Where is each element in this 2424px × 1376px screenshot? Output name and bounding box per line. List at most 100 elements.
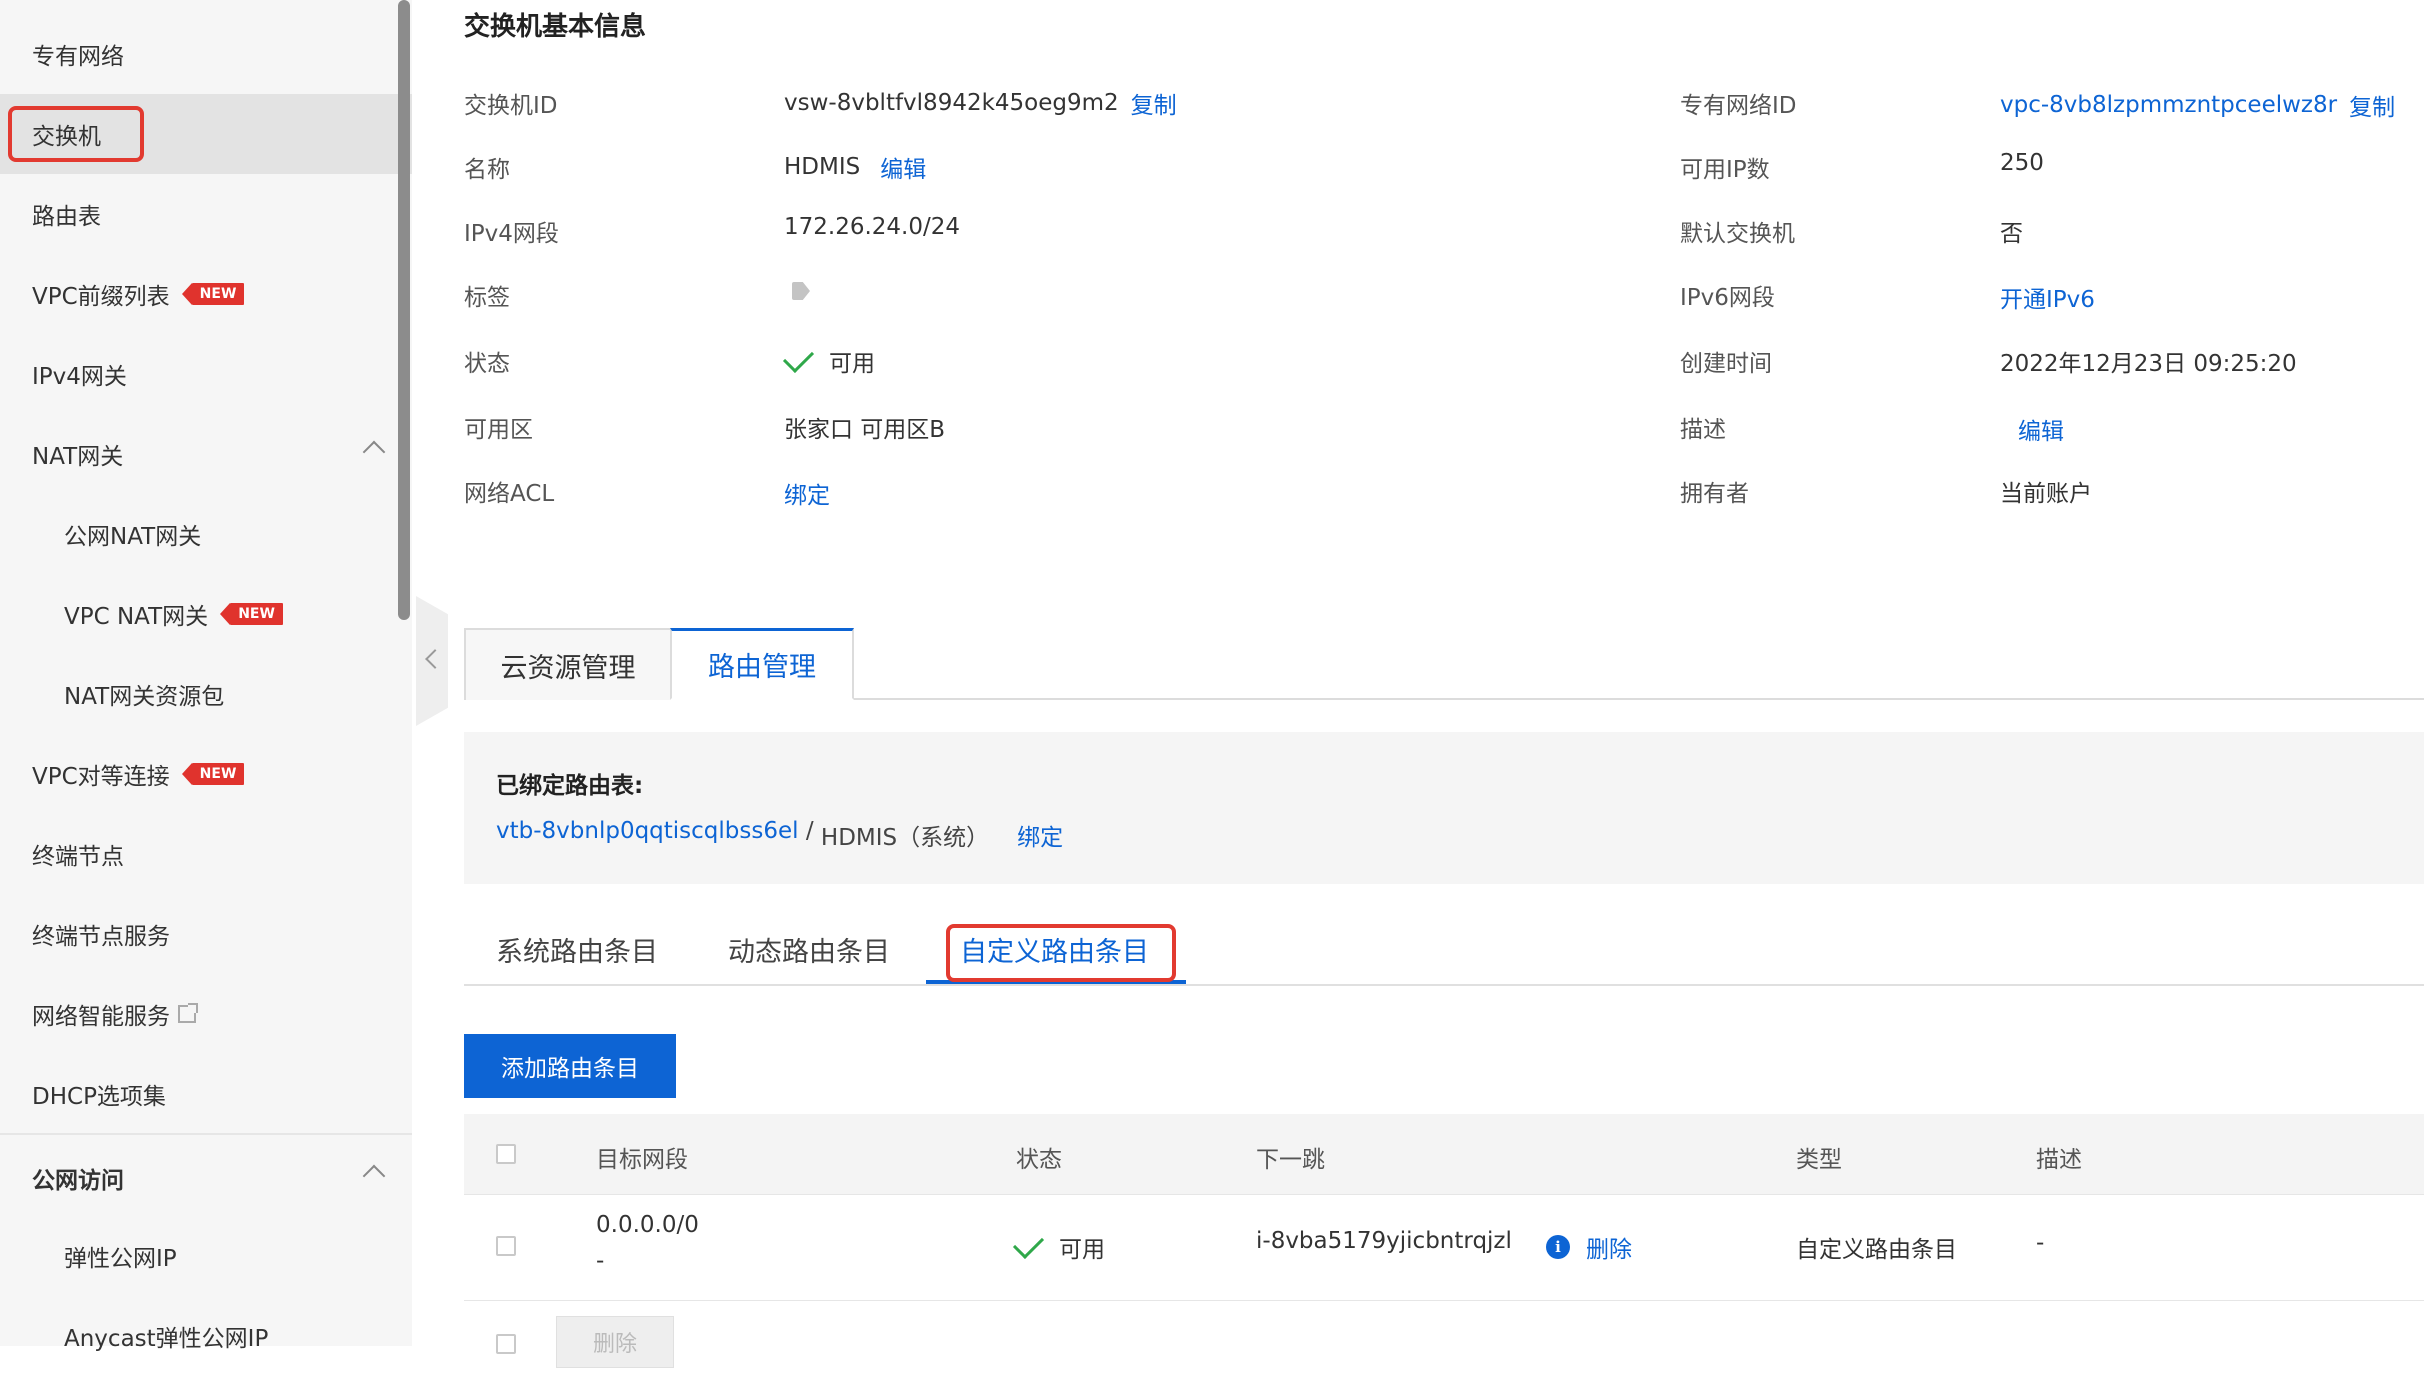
sidebar-item-network-intelligence[interactable]: 网络智能服务 — [0, 974, 412, 1054]
select-all-checkbox[interactable] — [496, 1144, 516, 1164]
info-label: 描述 — [1680, 417, 1726, 443]
bind-route-table-link[interactable]: 绑定 — [1017, 818, 1063, 852]
copy-vpc-id-link[interactable]: 复制 — [2349, 88, 2395, 122]
bound-route-table-title: 已绑定路由表: — [496, 773, 644, 799]
tab-route-management[interactable]: 路由管理 — [670, 628, 854, 700]
sidebar-item-label: VPC NAT网关 — [64, 604, 209, 630]
next-hop-link[interactable]: i-8vba5179yjicbntrqjzl — [1256, 1228, 1512, 1254]
tag-value — [792, 282, 810, 300]
sidebar-item-nat-gateway[interactable]: NAT网关 — [0, 414, 412, 494]
new-badge: NEW — [220, 603, 283, 625]
tab-system-routes[interactable]: 系统路由条目 — [496, 930, 658, 969]
row-checkbox[interactable] — [496, 1236, 516, 1256]
sidebar-group-public-access[interactable]: 公网访问 — [0, 1138, 412, 1218]
row-status: 可用 — [1012, 1227, 1105, 1264]
sidebar-item-ipv4-gateway[interactable]: IPv4网关 — [0, 334, 412, 414]
status-value: 可用 — [782, 341, 875, 378]
enable-ipv6-link[interactable]: 开通IPv6 — [2000, 280, 2095, 314]
new-badge: NEW — [181, 763, 245, 785]
highlight-box — [8, 106, 144, 162]
info-label: 交换机ID — [464, 93, 558, 119]
edit-name-link[interactable]: 编辑 — [880, 150, 926, 184]
edit-description-link[interactable]: 编辑 — [2018, 412, 2064, 446]
created-time-value: 2022年12月23日 09:25:20 — [2000, 351, 2297, 377]
sidebar-item-vpc-peering[interactable]: VPC对等连接 NEW — [0, 734, 412, 814]
route-table-name: HDMIS（系统） — [820, 825, 990, 851]
available-ip-value: 250 — [2000, 150, 2044, 176]
vpc-id-link[interactable]: vpc-8vb8lzpmmzntpceelwz8r — [2000, 92, 2337, 118]
main-content: 交换机基本信息 交换机ID vsw-8vbltfvl8942k45oeg9m2 … — [464, 0, 2424, 1368]
new-badge: NEW — [181, 283, 245, 305]
highlight-box — [946, 924, 1176, 982]
sidebar-item-dhcp[interactable]: DHCP选项集 — [0, 1054, 412, 1134]
delete-button[interactable]: 删除 — [556, 1316, 674, 1368]
info-label: 网络ACL — [464, 481, 555, 507]
add-route-entry-button[interactable]: 添加路由条目 — [464, 1034, 676, 1098]
tab-dynamic-routes[interactable]: 动态路由条目 — [728, 930, 890, 969]
tab-cloud-resources[interactable]: 云资源管理 — [464, 628, 672, 700]
sidebar-item-eip[interactable]: 弹性公网IP — [0, 1216, 412, 1296]
sidebar-item-label: Anycast弹性公网IP — [64, 1326, 269, 1352]
separator: / — [798, 818, 821, 844]
sidebar-item-vpc-nat[interactable]: VPC NAT网关 NEW — [0, 574, 412, 654]
copy-vswitch-id-link[interactable]: 复制 — [1131, 86, 1177, 120]
vpc-id-value: vpc-8vb8lzpmmzntpceelwz8r 复制 — [2000, 88, 2395, 122]
sidebar-item-label: NAT网关资源包 — [64, 684, 225, 710]
column-header: 下一跳 — [1256, 1147, 1325, 1173]
dest-cidr: 0.0.0.0/0 — [596, 1212, 699, 1238]
info-label: 默认交换机 — [1680, 221, 1795, 247]
info-label: 专有网络ID — [1680, 93, 1797, 119]
column-header: 描述 — [2036, 1147, 2082, 1173]
sidebar-item-anycast-eip[interactable]: Anycast弹性公网IP — [0, 1296, 412, 1376]
delete-next-hop-link[interactable]: 删除 — [1586, 1230, 1632, 1264]
sidebar-item-label: DHCP选项集 — [32, 1084, 166, 1110]
external-link-icon — [178, 1003, 198, 1023]
sidebar-item-label: VPC前缀列表 — [32, 284, 170, 310]
sidebar-item-label: 终端节点服务 — [32, 924, 170, 950]
bulk-select-checkbox[interactable] — [496, 1334, 516, 1354]
row-description: - — [2036, 1230, 2045, 1256]
sidebar-item-label: 弹性公网IP — [64, 1246, 177, 1272]
vswitch-id-value: vsw-8vbltfvl8942k45oeg9m2 复制 — [784, 86, 1177, 120]
sidebar-item-label: 专有网络 — [32, 44, 124, 70]
dest-cidr-sub: - — [596, 1248, 605, 1274]
info-label: 创建时间 — [1680, 351, 1772, 377]
info-icon[interactable]: i — [1546, 1235, 1570, 1259]
sidebar-item-label: NAT网关 — [32, 444, 124, 470]
sidebar-item-label: 路由表 — [32, 204, 101, 230]
info-label: 标签 — [464, 285, 510, 311]
info-label: 可用IP数 — [1680, 157, 1770, 183]
sidebar-collapse-toggle[interactable] — [416, 596, 448, 726]
route-table-id-link[interactable]: vtb-8vbnlp0qqtiscqlbss6el — [496, 818, 799, 852]
tag-icon[interactable] — [792, 282, 810, 300]
table-header: 目标网段 状态 下一跳 类型 描述 — [464, 1114, 2424, 1195]
chevron-up-icon[interactable] — [362, 1164, 386, 1188]
info-label: 状态 — [464, 351, 510, 377]
sidebar-item-public-nat[interactable]: 公网NAT网关 — [0, 494, 412, 574]
sidebar-item-route-table[interactable]: 路由表 — [0, 174, 412, 254]
info-label: 名称 — [464, 157, 510, 183]
sidebar-divider — [0, 1133, 412, 1135]
sidebar-item-nat-package[interactable]: NAT网关资源包 — [0, 654, 412, 734]
name-text: HDMIS — [784, 154, 861, 180]
subtabs-divider — [464, 984, 2424, 986]
sidebar-item-vpc[interactable]: 专有网络 — [0, 14, 412, 94]
chevron-up-icon[interactable] — [362, 440, 386, 464]
bound-route-table-panel: 已绑定路由表: vtb-8vbnlp0qqtiscqlbss6el / HDMI… — [464, 732, 2424, 884]
check-icon — [782, 341, 815, 373]
sidebar-item-prefix-list[interactable]: VPC前缀列表 NEW — [0, 254, 412, 334]
sidebar-item-endpoint[interactable]: 终端节点 — [0, 814, 412, 894]
sidebar-item-label: IPv4网关 — [32, 364, 127, 390]
next-hop-action: i 删除 — [1546, 1230, 1632, 1264]
owner-value: 当前账户 — [2000, 481, 2092, 507]
sidebar: 专有网络 交换机 路由表 VPC前缀列表 NEW IPv4网关 NAT网关 公网N… — [0, 0, 412, 1352]
chevron-left-icon — [425, 649, 445, 669]
sidebar-scrollbar[interactable] — [398, 0, 410, 620]
sidebar-item-label: 终端节点 — [32, 844, 124, 870]
ipv4-cidr-value: 172.26.24.0/24 — [784, 214, 961, 240]
column-header: 目标网段 — [596, 1147, 688, 1173]
sidebar-item-endpoint-service[interactable]: 终端节点服务 — [0, 894, 412, 974]
sidebar-item-label: VPC对等连接 — [32, 764, 170, 790]
bind-acl-link[interactable]: 绑定 — [784, 476, 830, 510]
section-title: 交换机基本信息 — [464, 12, 647, 42]
